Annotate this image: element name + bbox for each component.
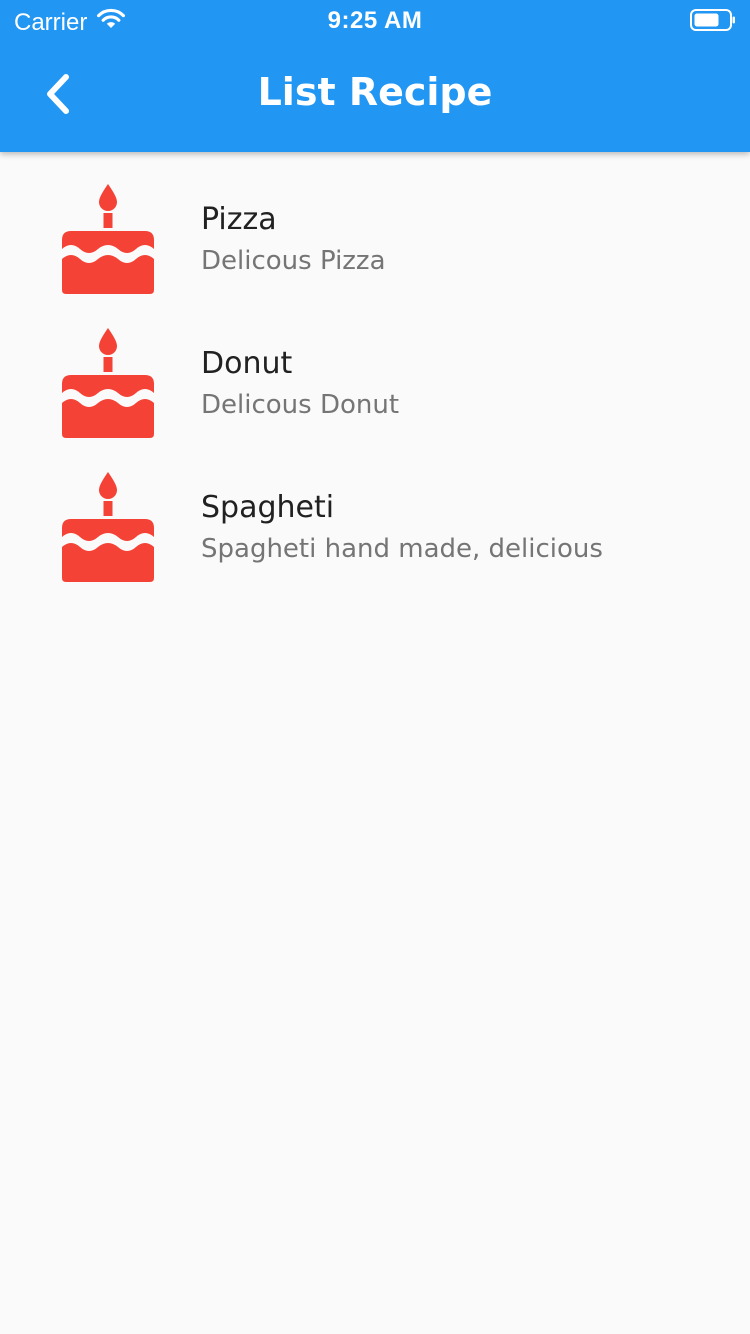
birthday-cake-icon	[62, 328, 154, 440]
birthday-cake-icon	[62, 472, 154, 584]
item-subtitle: Delicous Donut	[201, 390, 400, 420]
list-item-spagheti[interactable]: Spagheti Spagheti hand made, delicious	[0, 440, 750, 584]
toolbar: List Recipe	[0, 40, 750, 152]
recipe-list: Pizza Delicous Pizza Donut Delicous Donu…	[0, 152, 750, 584]
status-bar: Carrier 9:25 AM	[0, 0, 750, 40]
status-time: 9:25 AM	[327, 7, 423, 34]
page-title: List Recipe	[257, 70, 493, 114]
list-item-donut[interactable]: Donut Delicous Donut	[0, 296, 750, 440]
item-subtitle: Spagheti hand made, delicious	[201, 534, 603, 564]
app-bar: Carrier 9:25 AM List Recipe	[0, 0, 750, 152]
list-item-pizza[interactable]: Pizza Delicous Pizza	[0, 152, 750, 296]
item-title: Donut	[201, 346, 293, 381]
item-title: Spagheti	[201, 490, 335, 525]
birthday-cake-icon	[62, 184, 154, 296]
item-subtitle: Delicous Pizza	[201, 246, 386, 276]
item-title: Pizza	[201, 202, 277, 237]
battery-icon	[690, 9, 736, 36]
